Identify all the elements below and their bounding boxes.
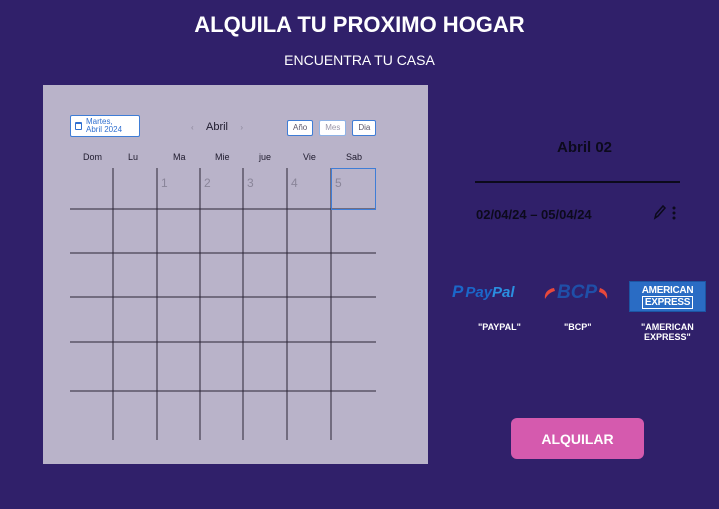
more-vertical-icon[interactable]: [671, 205, 677, 221]
calendar-grid: [70, 168, 376, 440]
bcp-logo[interactable]: BCP: [542, 282, 610, 304]
day-cell[interactable]: 3: [247, 176, 254, 190]
selected-day-number: 5: [335, 176, 342, 190]
rent-button[interactable]: ALQUILAR: [511, 418, 644, 459]
bcp-swoosh-icon: [544, 288, 555, 299]
bcp-label: "BCP": [564, 322, 592, 332]
divider: [475, 181, 680, 183]
page-title: ALQUILA TU PROXIMO HOGAR: [194, 12, 525, 37]
amex-line2: EXPRESS: [641, 295, 694, 309]
bcp-swoosh-right-icon: [599, 288, 608, 299]
booking-range: 02/04/24 – 05/04/24: [476, 207, 592, 222]
amex-label: "AMERICAN EXPRESS": [641, 322, 694, 342]
day-cell[interactable]: 4: [291, 176, 298, 190]
paypal-logo[interactable]: P PayPal: [452, 282, 515, 302]
paypal-label: "PAYPAL": [478, 322, 521, 332]
pencil-icon[interactable]: [653, 204, 667, 220]
page-subtitle: ENCUENTRA TU CASA: [284, 52, 435, 68]
day-cell[interactable]: 1: [161, 176, 168, 190]
amex-line1: AMERICAN: [641, 284, 694, 296]
amex-logo[interactable]: AMERICAN EXPRESS: [629, 281, 706, 312]
booking-title: Abril 02: [557, 139, 613, 156]
day-cell[interactable]: 2: [204, 176, 211, 190]
paypal-wordmark: PayPal: [465, 283, 515, 301]
paypal-mark-icon: P: [452, 282, 464, 301]
calendar-panel: Martes, Abril 2024 ‹ Abril › Año Mes Dia…: [43, 85, 428, 464]
bcp-wordmark: BCP: [557, 282, 598, 303]
selected-day[interactable]: 5: [331, 168, 376, 210]
